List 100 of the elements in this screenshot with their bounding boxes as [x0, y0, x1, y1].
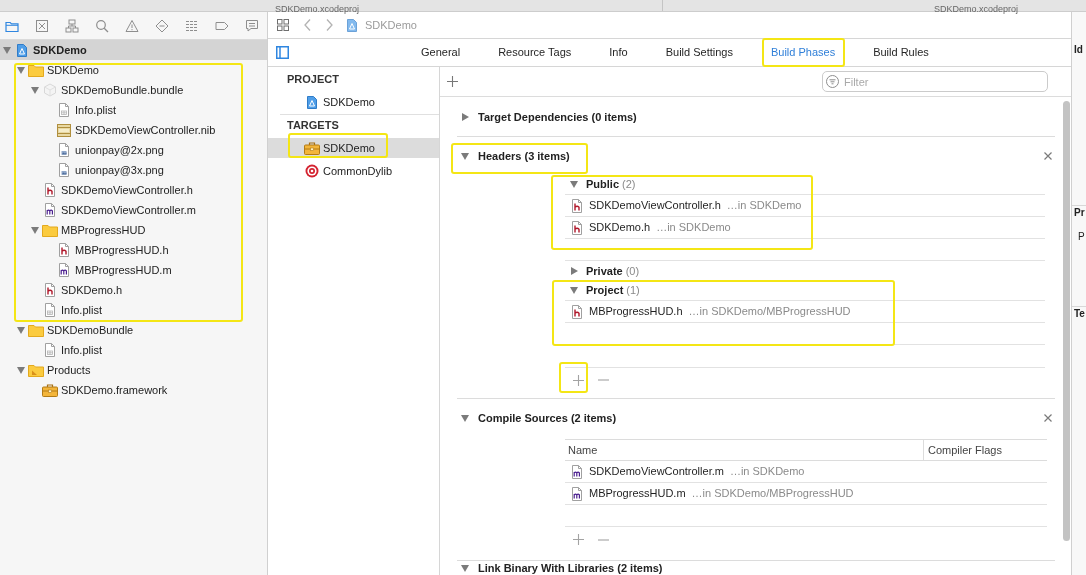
target-item[interactable]: SDKDemo: [268, 138, 439, 158]
close-icon[interactable]: [1044, 414, 1052, 422]
tree-item[interactable]: SDKDemo.framework: [0, 380, 267, 400]
header-file-icon: [44, 283, 56, 297]
tree-item[interactable]: MBProgressHUD.h: [0, 240, 267, 260]
document-tab[interactable]: SDKDemo.xcodeproj: [934, 4, 1019, 14]
tree-item[interactable]: SDKDemoViewController.m: [0, 200, 267, 220]
document-icon: [44, 343, 56, 357]
file-name: SDKDemoViewController.h: [589, 198, 721, 214]
scrollbar[interactable]: [1062, 101, 1070, 541]
source-file-icon: [44, 203, 56, 217]
list-icon[interactable]: [185, 18, 199, 33]
warning-icon[interactable]: [125, 18, 139, 33]
source-file-icon: [571, 464, 583, 479]
file-location: …in SDKDemo: [656, 220, 731, 236]
toolbox-icon: [42, 383, 58, 397]
phase-title: Compile Sources (2 items): [478, 410, 617, 426]
back-icon[interactable]: [304, 19, 311, 31]
disclosure-icon[interactable]: [461, 414, 469, 422]
disclosure-icon[interactable]: [17, 366, 25, 374]
phase-title: Link Binary With Libraries (2 items): [478, 560, 663, 575]
tree-item[interactable]: Products: [0, 360, 267, 380]
target-icon: [305, 164, 319, 178]
file-name: SDKDemoViewController.m: [589, 464, 724, 480]
column-header[interactable]: Compiler Flags: [923, 440, 1047, 460]
plus-icon[interactable]: [573, 374, 584, 386]
x-square-icon[interactable]: [35, 18, 49, 33]
tree-item[interactable]: SDKDemoViewController.h: [0, 180, 267, 200]
tab[interactable]: General: [402, 39, 480, 66]
tree-item[interactable]: Info.plist: [0, 340, 267, 360]
file-name: MBProgressHUD.m: [589, 486, 686, 502]
bundle-icon: [43, 83, 57, 97]
tab[interactable]: Build Settings: [646, 39, 752, 66]
disclosure-icon[interactable]: [570, 287, 578, 294]
document-tab[interactable]: SDKDemo.xcodeproj: [275, 4, 360, 14]
disclosure-icon[interactable]: [17, 326, 25, 334]
source-file-icon: [571, 486, 583, 501]
inspector-label: P: [1077, 230, 1086, 244]
disclosure-icon[interactable]: [570, 267, 578, 275]
header-file-icon: [58, 243, 70, 257]
disclosure-icon[interactable]: [461, 113, 469, 121]
filter-field[interactable]: Filter: [822, 71, 1048, 92]
tab[interactable]: Build Rules: [854, 39, 948, 66]
tree-item[interactable]: SDKDemoViewController.nib: [0, 120, 267, 140]
group-count: (2): [622, 177, 636, 193]
group-count: (1): [626, 283, 640, 299]
phase-title: Target Dependencies (0 items): [478, 109, 637, 125]
tree-item[interactable]: Info.plist: [0, 100, 267, 120]
disclosure-icon[interactable]: [3, 46, 11, 54]
document-icon: [58, 103, 70, 117]
diamond-icon[interactable]: [155, 18, 169, 33]
filter-icon: [826, 75, 839, 88]
header-file-icon: [571, 198, 583, 213]
disclosure-icon[interactable]: [17, 66, 25, 74]
tree-item[interactable]: MBProgressHUD.m: [0, 260, 267, 280]
section-heading: TARGETS: [286, 117, 340, 133]
tree-item[interactable]: SDKDemoBundle.bundle: [0, 80, 267, 100]
speech-bubble-icon[interactable]: [245, 18, 259, 33]
search-icon[interactable]: [95, 18, 109, 33]
sidebar-toggle-icon[interactable]: [276, 46, 289, 59]
disclosure-icon[interactable]: [31, 226, 39, 234]
target-item[interactable]: SDKDemo: [268, 92, 439, 112]
tree-item[interactable]: MBProgressHUD: [0, 220, 267, 240]
folder-icon: [28, 63, 44, 77]
folder-icon: [28, 323, 44, 337]
forward-icon[interactable]: [326, 19, 333, 31]
tree-item[interactable]: SDKDemo: [0, 40, 267, 60]
phase-title: Headers (3 items): [478, 148, 570, 164]
disclosure-icon[interactable]: [461, 152, 469, 160]
tree-item[interactable]: SDKDemoBundle: [0, 320, 267, 340]
group-count: (0): [625, 263, 640, 279]
group-title: Public: [586, 177, 619, 193]
disclosure-icon[interactable]: [461, 564, 469, 572]
document-icon: [44, 303, 56, 317]
header-file-icon: [571, 220, 583, 235]
header-file-icon: [571, 304, 583, 319]
tree-item[interactable]: unionpay@2x.png: [0, 140, 267, 160]
project-file-icon: [17, 43, 27, 57]
source-file-icon: [58, 263, 70, 277]
hierarchy-icon[interactable]: [65, 18, 79, 33]
tab[interactable]: Info: [590, 39, 647, 66]
plus-icon[interactable]: [447, 76, 458, 87]
project-file-icon: [347, 18, 357, 32]
toolbox-icon: [304, 141, 320, 155]
tab[interactable]: Resource Tags: [479, 39, 591, 66]
folder-icon: [28, 363, 44, 377]
tab[interactable]: Build Phases: [751, 39, 855, 66]
target-item[interactable]: CommonDylib: [268, 161, 439, 181]
close-icon[interactable]: [1044, 152, 1052, 160]
disclosure-icon[interactable]: [570, 181, 578, 188]
tree-item[interactable]: Info.plist: [0, 300, 267, 320]
project-file-icon: [307, 95, 317, 109]
file-location: …in SDKDemo: [729, 464, 805, 480]
disclosure-icon[interactable]: [31, 86, 39, 94]
plus-icon[interactable]: [573, 534, 584, 545]
column-header[interactable]: Name: [565, 440, 923, 460]
tree-item[interactable]: SDKDemo: [0, 60, 267, 80]
grid-icon[interactable]: [277, 19, 289, 31]
tree-item[interactable]: SDKDemo.h: [0, 280, 267, 300]
tree-item[interactable]: unionpay@3x.png: [0, 160, 267, 180]
